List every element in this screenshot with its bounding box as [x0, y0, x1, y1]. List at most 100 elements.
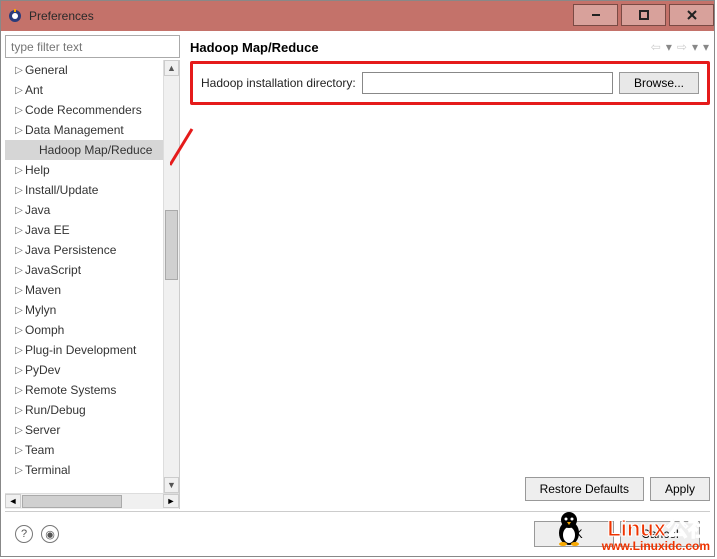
tree-item-label: Run/Debug [25, 403, 86, 417]
expand-icon[interactable]: ▷ [13, 305, 25, 316]
nav-back-menu-icon[interactable]: ▾ [665, 39, 673, 55]
tree-item[interactable]: ▷Terminal [5, 460, 179, 480]
expand-icon[interactable]: ▷ [13, 85, 25, 96]
expand-icon[interactable]: ▷ [13, 185, 25, 196]
tree-item-label: Terminal [25, 463, 70, 477]
minimize-button[interactable] [573, 4, 618, 26]
tree-item[interactable]: ▷Remote Systems [5, 380, 179, 400]
tree-item-label: Java [25, 203, 50, 217]
tree-item-label: Help [25, 163, 50, 177]
scroll-left-button[interactable]: ◄ [5, 494, 21, 508]
page-title: Hadoop Map/Reduce [190, 40, 319, 55]
filter-input[interactable] [5, 35, 180, 58]
maximize-button[interactable] [621, 4, 666, 26]
tree-item[interactable]: ▷JavaScript [5, 260, 179, 280]
expand-icon[interactable]: ▷ [13, 325, 25, 336]
right-pane: Hadoop Map/Reduce ⇦ ▾ ⇨ ▾ ▾ Hadoop insta… [180, 35, 710, 509]
expand-icon[interactable]: ▷ [13, 425, 25, 436]
tree-item-label: Remote Systems [25, 383, 116, 397]
tree-item[interactable]: ▷PyDev [5, 360, 179, 380]
tree-item[interactable]: ▷Server [5, 420, 179, 440]
tree-item-label: Code Recommenders [25, 103, 142, 117]
expand-icon[interactable]: ▷ [13, 245, 25, 256]
expand-icon[interactable]: ▷ [13, 125, 25, 136]
expand-icon[interactable]: ▷ [13, 205, 25, 216]
help-icon[interactable]: ? [15, 525, 33, 543]
preferences-window: Preferences ▷General▷Ant▷Code Recommende… [0, 0, 715, 557]
expand-icon[interactable]: ▷ [13, 385, 25, 396]
nav-forward-icon[interactable]: ⇨ [676, 39, 688, 55]
browse-button[interactable]: Browse... [619, 72, 699, 94]
tree-item-label: Install/Update [25, 183, 98, 197]
tree-item[interactable]: ▷Java Persistence [5, 240, 179, 260]
import-export-icon[interactable]: ◉ [41, 525, 59, 543]
nav-back-icon[interactable]: ⇦ [650, 39, 662, 55]
expand-icon[interactable]: ▷ [13, 345, 25, 356]
expand-icon[interactable]: ▷ [13, 265, 25, 276]
tree-item-label: Team [25, 443, 54, 457]
tree-item[interactable]: ▷Help [5, 160, 179, 180]
scroll-down-button[interactable]: ▼ [164, 477, 179, 493]
penguin-icon [554, 510, 584, 546]
close-button[interactable] [669, 4, 714, 26]
tree-item[interactable]: ▷General [5, 60, 179, 80]
install-dir-input[interactable] [362, 72, 613, 94]
tree-item[interactable]: ▷Plug-in Development [5, 340, 179, 360]
tree-item[interactable]: ▷Data Management [5, 120, 179, 140]
tree-item[interactable]: Hadoop Map/Reduce [5, 140, 179, 160]
expand-icon[interactable]: ▷ [13, 445, 25, 456]
tree-item-label: Oomph [25, 323, 64, 337]
horizontal-scrollbar[interactable]: ◄ ► [5, 493, 179, 509]
tree-item[interactable]: ▷Install/Update [5, 180, 179, 200]
expand-icon[interactable]: ▷ [13, 225, 25, 236]
vertical-scrollbar[interactable]: ▲ ▼ [163, 60, 179, 493]
tree-item-label: Java EE [25, 223, 70, 237]
install-dir-label: Hadoop installation directory: [201, 76, 356, 90]
tree-item-label: Data Management [25, 123, 124, 137]
tree-item[interactable]: ▷Java EE [5, 220, 179, 240]
tree-item[interactable]: ▷Run/Debug [5, 400, 179, 420]
tree-item-label: Java Persistence [25, 243, 116, 257]
highlighted-area: Hadoop installation directory: Browse... [190, 61, 710, 105]
expand-icon[interactable]: ▷ [13, 365, 25, 376]
nav-menu-icon[interactable]: ▾ [702, 39, 710, 55]
expand-icon[interactable]: ▷ [13, 165, 25, 176]
tree-item-label: Mylyn [25, 303, 56, 317]
expand-icon[interactable]: ▷ [13, 405, 25, 416]
tree-item-label: General [25, 63, 68, 77]
tree-item[interactable]: ▷Mylyn [5, 300, 179, 320]
expand-icon[interactable]: ▷ [13, 65, 25, 76]
tree-item[interactable]: ▷Code Recommenders [5, 100, 179, 120]
scroll-up-button[interactable]: ▲ [164, 60, 179, 76]
titlebar: Preferences [1, 1, 714, 31]
tree-item-label: Server [25, 423, 60, 437]
tree-item-label: JavaScript [25, 263, 81, 277]
scroll-right-button[interactable]: ► [163, 494, 179, 508]
annotation-arrow-icon [170, 127, 200, 167]
tree-item-label: Plug-in Development [25, 343, 136, 357]
tree: ▷General▷Ant▷Code Recommenders▷Data Mana… [5, 60, 180, 509]
expand-icon[interactable]: ▷ [13, 465, 25, 476]
tree-item-label: Ant [25, 83, 43, 97]
tree-item-label: Maven [25, 283, 61, 297]
scroll-thumb[interactable] [165, 210, 178, 280]
tree-item[interactable]: ▷Oomph [5, 320, 179, 340]
cancel-button[interactable]: Cancel [620, 521, 700, 547]
tree-item[interactable]: ▷Team [5, 440, 179, 460]
app-icon [7, 8, 23, 24]
hscroll-thumb[interactable] [22, 495, 122, 508]
titlebar-title: Preferences [29, 9, 570, 23]
restore-defaults-button[interactable]: Restore Defaults [525, 477, 644, 501]
left-pane: ▷General▷Ant▷Code Recommenders▷Data Mana… [5, 35, 180, 509]
tree-item[interactable]: ▷Java [5, 200, 179, 220]
tree-item-label: Hadoop Map/Reduce [39, 143, 152, 157]
expand-icon[interactable]: ▷ [13, 105, 25, 116]
tree-item-label: PyDev [25, 363, 60, 377]
page-nav-icons: ⇦ ▾ ⇨ ▾ ▾ [650, 39, 710, 55]
expand-icon[interactable]: ▷ [13, 285, 25, 296]
nav-forward-menu-icon[interactable]: ▾ [691, 39, 699, 55]
bottom-bar: ? ◉ OK Cancel [5, 512, 710, 556]
tree-item[interactable]: ▷Ant [5, 80, 179, 100]
tree-item[interactable]: ▷Maven [5, 280, 179, 300]
apply-button[interactable]: Apply [650, 477, 710, 501]
